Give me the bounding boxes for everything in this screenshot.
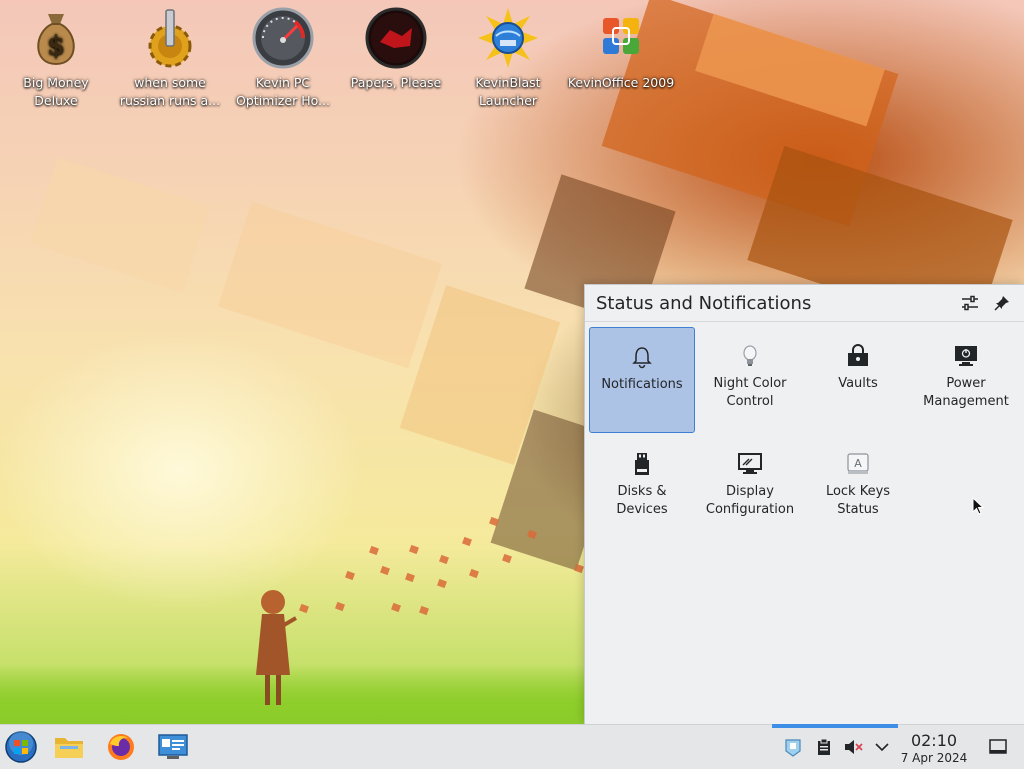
sliders-icon — [962, 295, 978, 311]
tile-power-management[interactable]: Power Management — [913, 327, 1019, 433]
tile-label: Vaults — [838, 376, 878, 391]
folder-icon — [55, 738, 83, 758]
girl-figure — [256, 590, 298, 705]
keyboard-key-icon: A — [847, 453, 869, 474]
pin-icon — [994, 296, 1009, 311]
pin-button[interactable] — [989, 290, 1015, 316]
desktop-icon-kevin-pc-optimizer[interactable]: Kevin PC Optimizer Ho... — [229, 6, 337, 110]
tile-label: Power Management — [923, 376, 1009, 409]
tile-label: Night Color Control — [713, 376, 787, 409]
usb-drive-icon — [635, 453, 649, 475]
start-orb-icon — [5, 731, 37, 763]
speedometer-icon — [252, 7, 314, 69]
desktop-icon-big-money-deluxe[interactable]: $ Big Money Deluxe — [2, 6, 110, 110]
globe-burst-icon — [478, 8, 538, 68]
taskbar: 02:10 7 Apr 2024 — [0, 724, 1024, 769]
tray-volume-button[interactable] — [841, 735, 865, 759]
desktop-icon-label: Papers, Please — [350, 75, 442, 90]
tile-night-color-control[interactable]: Night Color Control — [697, 327, 803, 433]
system-settings-button[interactable] — [156, 730, 190, 764]
file-manager-button[interactable] — [52, 730, 86, 764]
tray-clipboard-button[interactable] — [812, 735, 836, 759]
office-logo-icon — [603, 18, 639, 54]
digital-clock[interactable]: 02:10 7 Apr 2024 — [894, 732, 974, 766]
mouse-cursor-icon — [972, 497, 984, 515]
desktop-icon-label: KevinOffice 2009 — [567, 75, 675, 90]
start-menu-button[interactable] — [4, 730, 38, 764]
desktop-icon-label: KevinBlast Launcher — [475, 75, 541, 108]
svg-text:$: $ — [47, 31, 65, 61]
firefox-button[interactable] — [104, 730, 138, 764]
chevron-down-icon — [875, 743, 889, 752]
tile-label: Notifications — [601, 377, 683, 392]
desktop-icon-kevinoffice-2009[interactable]: KevinOffice 2009 — [567, 6, 675, 92]
speaker-muted-icon — [845, 740, 863, 754]
monitor-power-icon — [955, 346, 977, 366]
tile-label: Disks & Devices — [616, 484, 668, 517]
money-bag-icon: $ — [37, 14, 75, 66]
configure-button[interactable] — [957, 290, 983, 316]
tray-vaults-button[interactable] — [781, 735, 805, 759]
popup-header: Status and Notifications — [585, 285, 1024, 322]
show-desktop-icon — [989, 739, 1007, 754]
kde-connect-icon — [785, 739, 801, 757]
grass — [0, 664, 600, 724]
clipboard-icon — [818, 738, 830, 755]
tray-expand-button[interactable] — [870, 735, 894, 759]
show-desktop-button[interactable] — [986, 735, 1010, 759]
active-tray-indicator — [772, 724, 898, 728]
tile-notifications[interactable]: Notifications — [589, 327, 695, 433]
firefox-icon — [108, 734, 134, 760]
gear-icon — [148, 9, 192, 68]
bell-icon — [632, 347, 652, 369]
desktop-icon-russian[interactable]: when some russian runs a... — [116, 6, 224, 110]
tile-display-configuration[interactable]: Display Configuration — [697, 435, 803, 541]
tile-label: Display Configuration — [705, 484, 795, 517]
desktop-icon-label: Big Money Deluxe — [23, 75, 89, 108]
settings-window-icon — [158, 734, 188, 759]
status-notifications-popup: Status and Notifications Notifications N… — [584, 284, 1024, 725]
desktop-icon-kevinblast-launcher[interactable]: KevinBlast Launcher — [454, 6, 562, 110]
tile-vaults[interactable]: Vaults — [805, 327, 911, 433]
lightbulb-icon — [743, 345, 757, 366]
red-seal-icon — [365, 7, 427, 69]
tile-lock-keys-status[interactable]: A Lock Keys Status — [805, 435, 911, 541]
tile-label: Lock Keys Status — [825, 484, 891, 517]
tile-disks-devices[interactable]: Disks & Devices — [589, 435, 695, 541]
clock-date: 7 Apr 2024 — [900, 751, 968, 765]
svg-text:A: A — [854, 457, 862, 470]
clock-time: 02:10 — [910, 731, 958, 750]
display-icon — [738, 453, 762, 474]
desktop-icon-papers-please[interactable]: Papers, Please — [342, 6, 450, 92]
popup-title: Status and Notifications — [596, 292, 812, 314]
desktop-icon-label: Kevin PC Optimizer Ho... — [236, 75, 330, 108]
vault-lock-icon — [848, 344, 868, 366]
desktop-icon-label: when some russian runs a... — [119, 75, 221, 108]
